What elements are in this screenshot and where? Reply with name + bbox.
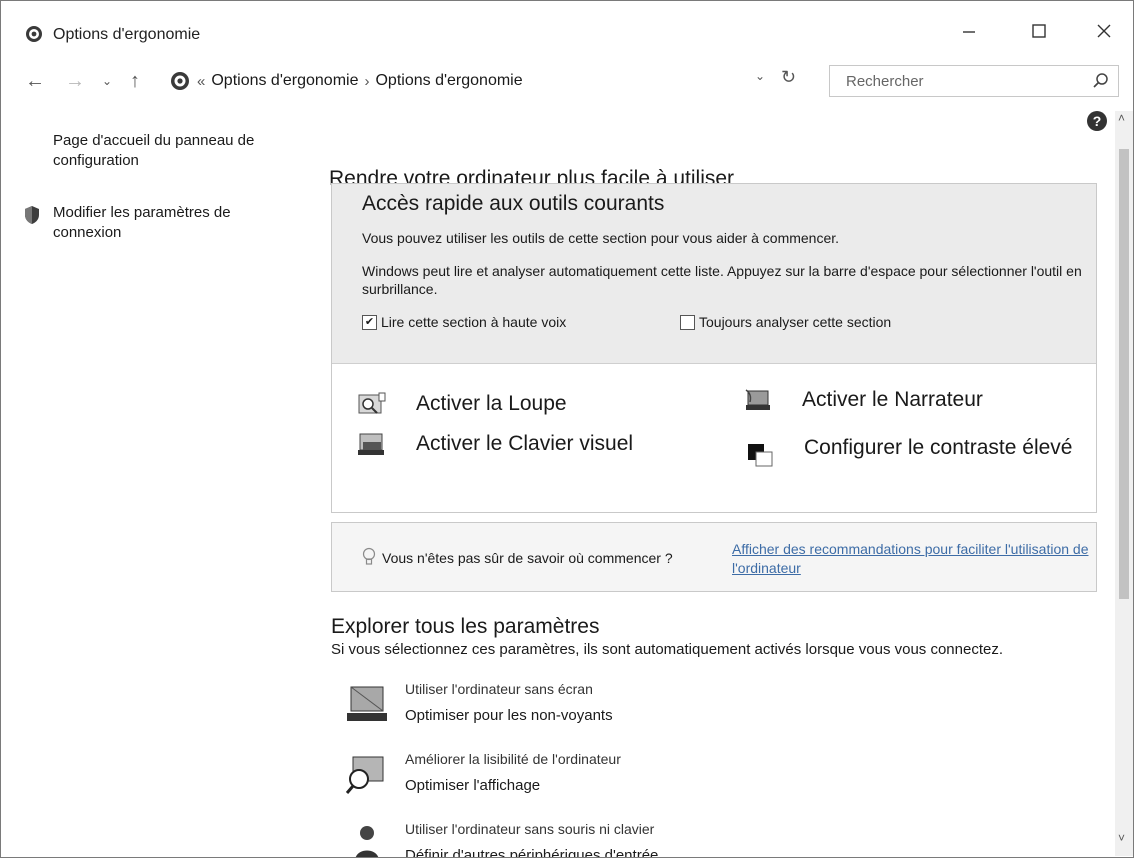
explore-description: Si vous sélectionnez ces paramètres, ils… — [331, 641, 1004, 658]
setting-title[interactable]: Utiliser l'ordinateur sans écran — [405, 681, 593, 697]
close-button[interactable] — [1081, 11, 1127, 51]
quick-access-description: Vous pouvez utiliser les outils de cette… — [362, 230, 840, 246]
ease-of-access-icon — [26, 26, 42, 42]
minimize-icon — [963, 31, 975, 33]
control-panel-home-link[interactable]: Page d'accueil du panneau de configurati… — [53, 131, 283, 171]
onscreen-keyboard-label: Activer le Clavier visuel — [416, 432, 634, 455]
high-contrast-icon — [748, 444, 773, 467]
left-pane: Page d'accueil du panneau de configurati… — [1, 119, 311, 819]
scroll-up-icon[interactable]: ˄ — [1118, 111, 1125, 125]
always-scan-checkbox[interactable]: Toujours analyser cette section — [680, 314, 891, 330]
quick-access-header: Accès rapide aux outils courants Vous po… — [332, 184, 1096, 364]
up-button[interactable]: ↑ — [121, 67, 149, 95]
close-icon — [1097, 24, 1111, 38]
quick-access-scan-description: Windows peut lire et analyser automatiqu… — [362, 263, 1082, 297]
person-icon — [355, 826, 379, 857]
breadcrumb-item[interactable]: Options d'ergonomie — [211, 72, 358, 90]
high-contrast-tool[interactable]: Configurer le contraste élevé — [746, 434, 1076, 468]
scroll-down-icon[interactable]: ˅ — [1118, 831, 1125, 845]
maximize-button[interactable] — [1016, 11, 1062, 51]
readability-icon — [345, 756, 384, 794]
breadcrumb-separator[interactable]: › — [364, 73, 369, 90]
read-aloud-checkbox[interactable]: ✔ Lire cette section à haute voix — [362, 314, 566, 330]
navigation-bar: ← → ⌄ ↑ « Options d'ergonomie › Options … — [1, 61, 1133, 101]
window: Options d'ergonomie ← → ⌄ ↑ « Options d'… — [0, 0, 1134, 858]
setting-subtitle[interactable]: Définir d'autres périphériques d'entrée — [405, 847, 658, 857]
back-button[interactable]: ← — [21, 67, 49, 95]
forward-button[interactable]: → — [61, 67, 89, 95]
high-contrast-label: Configurer le contraste élevé — [804, 436, 1073, 459]
quick-access-panel: Accès rapide aux outils courants Vous po… — [331, 183, 1097, 513]
setting-title[interactable]: Améliorer la lisibilité de l'ordinateur — [405, 751, 621, 767]
shield-icon — [25, 206, 39, 224]
address-bar[interactable]: « Options d'ergonomie › Options d'ergono… — [163, 65, 815, 97]
breadcrumb-item[interactable]: Options d'ergonomie — [375, 72, 522, 90]
narrator-label: Activer le Narrateur — [802, 388, 983, 411]
arrow-left-icon: ← — [25, 69, 45, 92]
checkbox-checked-icon[interactable]: ✔ — [362, 314, 377, 330]
explore-title: Explorer tous les paramètres — [331, 615, 600, 638]
maximize-icon — [1032, 24, 1046, 38]
recommendations-hint: Vous n'êtes pas sûr de savoir où commenc… — [331, 522, 1097, 592]
recommendations-link[interactable]: Afficher des recommandations pour facili… — [732, 540, 1092, 578]
recent-locations-button[interactable]: ⌄ — [97, 67, 117, 95]
setting-title[interactable]: Utiliser l'ordinateur sans souris ni cla… — [405, 821, 654, 837]
narrator-tool[interactable]: Activer le Narrateur — [744, 388, 983, 414]
arrow-up-icon: ↑ — [130, 69, 140, 92]
chevron-down-icon: ⌄ — [101, 74, 113, 88]
minimize-button[interactable] — [946, 11, 992, 51]
breadcrumb-overflow[interactable]: « — [197, 73, 205, 90]
magnifier-icon — [358, 392, 386, 414]
narrator-icon — [745, 389, 770, 410]
help-icon[interactable]: ? — [1087, 111, 1107, 131]
arrow-right-icon: → — [65, 69, 85, 92]
search-icon[interactable] — [1092, 72, 1110, 90]
search-input[interactable] — [844, 66, 1078, 96]
scrollbar-thumb[interactable] — [1119, 149, 1129, 599]
computer-without-display-icon — [347, 686, 387, 721]
checkbox-unchecked-icon[interactable] — [680, 314, 695, 330]
control-panel-icon — [171, 72, 189, 90]
setting-subtitle[interactable]: Optimiser pour les non-voyants — [405, 707, 613, 724]
quick-access-title: Accès rapide aux outils courants — [362, 192, 665, 215]
read-aloud-label: Lire cette section à haute voix — [381, 314, 567, 330]
onscreen-keyboard-icon — [358, 433, 384, 455]
title-bar: Options d'ergonomie — [1, 1, 1133, 57]
setting-subtitle[interactable]: Optimiser l'affichage — [405, 777, 540, 794]
light-bulb-icon — [362, 547, 376, 565]
address-dropdown-icon[interactable]: ⌄ — [755, 69, 765, 83]
magnifier-label: Activer la Loupe — [416, 392, 567, 415]
refresh-icon[interactable]: ↻ — [781, 67, 796, 88]
search-box[interactable] — [829, 65, 1119, 97]
magnifier-tool[interactable]: Activer la Loupe — [358, 392, 567, 418]
onscreen-keyboard-tool[interactable]: Activer le Clavier visuel — [358, 432, 633, 458]
modify-signin-settings-link[interactable]: Modifier les paramètres de connexion — [53, 203, 283, 243]
hint-question: Vous n'êtes pas sûr de savoir où commenc… — [382, 550, 673, 566]
always-scan-label: Toujours analyser cette section — [699, 314, 892, 330]
window-title: Options d'ergonomie — [53, 26, 201, 43]
